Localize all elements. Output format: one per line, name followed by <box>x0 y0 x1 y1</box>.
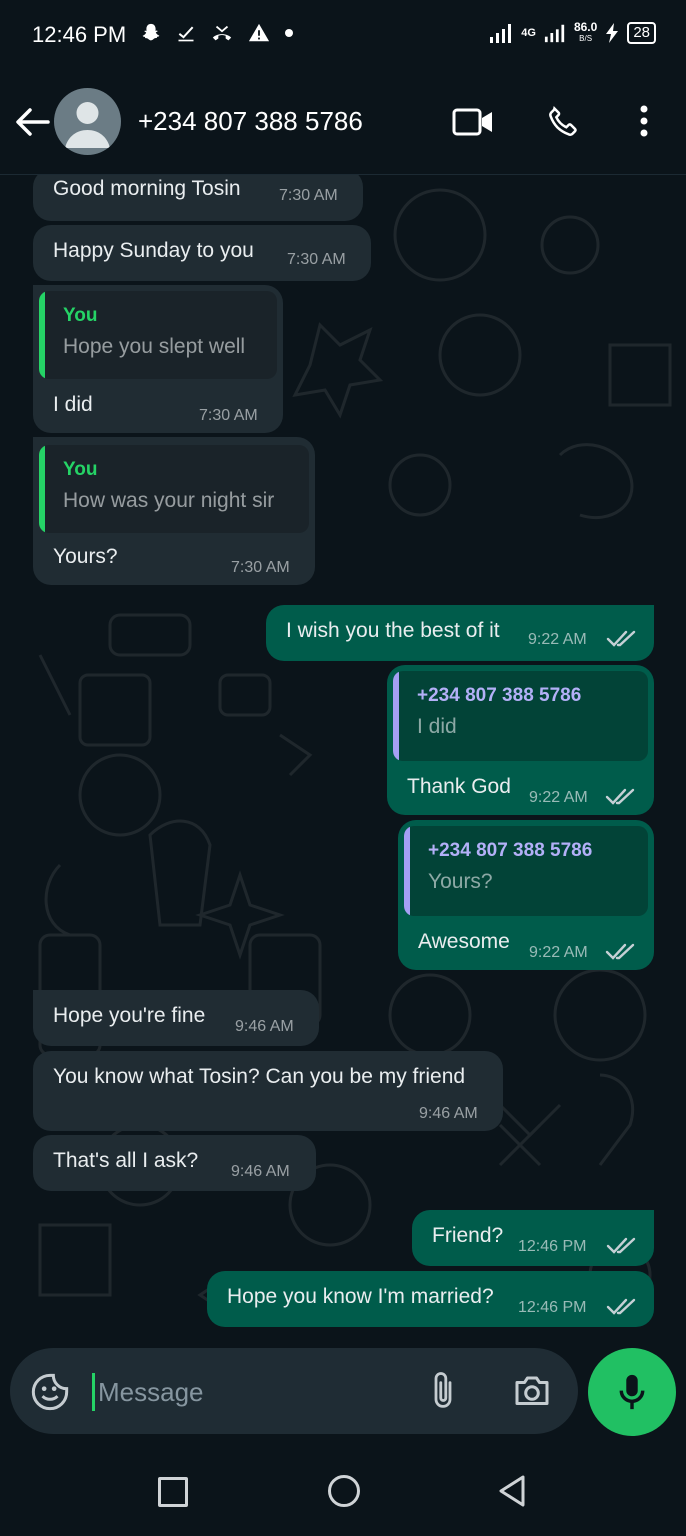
quoted-message[interactable]: +234 807 388 5786 I did <box>393 671 648 761</box>
phone-icon[interactable] <box>544 103 582 141</box>
message-time: 7:30 AM <box>287 251 346 268</box>
system-nav-bar <box>0 1446 686 1536</box>
mic-button[interactable] <box>588 1348 676 1436</box>
chat-area[interactable]: Good morning Tosin 7:30 AM Happy Sunday … <box>0 175 686 1445</box>
status-time: 12:46 PM <box>32 22 127 47</box>
mic-icon <box>619 1374 645 1410</box>
message-bubble-incoming[interactable]: That's all I ask? 9:46 AM <box>33 1135 316 1191</box>
message-bubble-outgoing[interactable]: +234 807 388 5786 I did Thank God 9:22 A… <box>387 665 654 815</box>
message-bubble-incoming[interactable]: Happy Sunday to you 7:30 AM <box>33 225 371 281</box>
message-bubble-outgoing[interactable]: Hope you know I'm married? 12:46 PM <box>207 1271 654 1327</box>
video-call-icon[interactable] <box>452 106 494 138</box>
home-icon[interactable] <box>328 1475 360 1507</box>
back-icon[interactable] <box>497 1474 527 1508</box>
chat-header: +234 807 388 5786 <box>0 70 686 175</box>
message-bubble-incoming[interactable]: You How was your night sir Yours? 7:30 A… <box>33 437 315 585</box>
quote-text: Yours? <box>428 870 493 893</box>
message-text: Thank God <box>407 775 511 798</box>
message-time: 7:30 AM <box>231 559 290 576</box>
message-input[interactable] <box>96 1368 400 1416</box>
message-text: That's all I ask? <box>53 1149 199 1172</box>
charging-icon <box>606 23 619 43</box>
message-time: 12:46 PM <box>518 1299 587 1316</box>
message-bubble-outgoing[interactable]: Friend? 12:46 PM <box>412 1210 654 1266</box>
message-bubble-incoming[interactable]: Hope you're fine 9:46 AM <box>33 990 319 1046</box>
message-time: 9:22 AM <box>529 944 588 961</box>
read-receipt-icon <box>606 630 636 647</box>
message-text: Friend? <box>432 1224 504 1247</box>
quoted-message[interactable]: +234 807 388 5786 Yours? <box>404 826 648 916</box>
read-receipt-icon <box>606 1237 636 1254</box>
quote-author: +234 807 388 5786 <box>428 840 593 861</box>
paperclip-icon[interactable] <box>428 1370 458 1412</box>
message-text: Yours? <box>53 545 118 568</box>
message-text: Good morning Tosin <box>53 177 241 200</box>
signal-4g-icon <box>544 24 565 43</box>
recent-apps-icon[interactable] <box>158 1477 188 1507</box>
status-bar: 12:46 PM 4G 86.0 B/S 28 <box>0 0 686 70</box>
warning-icon <box>248 23 270 42</box>
net-speed: 86.0 B/S <box>573 20 598 44</box>
quote-bar <box>39 291 45 379</box>
message-time: 7:30 AM <box>279 187 338 204</box>
read-receipt-icon <box>605 943 635 960</box>
message-bubble-incoming[interactable]: You know what Tosin? Can you be my frien… <box>33 1051 503 1131</box>
check-icon <box>178 26 194 42</box>
net-speed-value: 86.0 <box>573 20 598 34</box>
network-type: 4G <box>521 27 536 39</box>
read-receipt-icon <box>606 1298 636 1315</box>
message-bubble-incoming[interactable]: Good morning Tosin 7:30 AM <box>33 175 363 221</box>
dot-icon <box>285 29 293 37</box>
quote-text: I did <box>417 715 457 738</box>
message-text: Hope you're fine <box>53 1004 206 1027</box>
message-text: Happy Sunday to you <box>53 239 254 262</box>
message-time: 9:46 AM <box>231 1163 290 1180</box>
quote-author: You <box>63 459 98 480</box>
camera-icon[interactable] <box>512 1372 552 1408</box>
net-speed-unit: B/S <box>579 34 593 43</box>
avatar-icon <box>65 102 110 148</box>
quote-bar <box>39 445 45 533</box>
quote-author: You <box>63 305 98 326</box>
message-time: 9:46 AM <box>235 1018 294 1035</box>
quote-text: Hope you slept well <box>63 335 246 358</box>
message-bubble-incoming[interactable]: You Hope you slept well I did 7:30 AM <box>33 285 283 433</box>
message-text: Awesome <box>418 930 510 953</box>
message-bubble-outgoing[interactable]: I wish you the best of it 9:22 AM <box>266 605 654 661</box>
message-text: Hope you know I'm married? <box>227 1285 494 1308</box>
notification-icons <box>140 22 294 44</box>
quoted-message[interactable]: You How was your night sir <box>39 445 309 533</box>
avatar[interactable] <box>54 88 121 155</box>
contact-name[interactable]: +234 807 388 5786 <box>138 106 363 137</box>
message-time: 9:22 AM <box>528 631 587 648</box>
message-time: 7:30 AM <box>199 407 258 424</box>
snapchat-icon <box>142 23 160 41</box>
message-bubble-outgoing[interactable]: +234 807 388 5786 Yours? Awesome 9:22 AM <box>398 820 654 970</box>
quote-bar <box>404 826 410 916</box>
quote-bar <box>393 671 399 761</box>
more-vert-icon[interactable] <box>632 104 656 138</box>
quote-text: How was your night sir <box>63 489 275 512</box>
back-arrow-icon[interactable] <box>14 106 50 138</box>
read-receipt-icon <box>605 788 635 805</box>
message-composer <box>10 1348 578 1434</box>
message-time: 12:46 PM <box>518 1238 587 1255</box>
signal-icon <box>490 24 512 43</box>
quote-author: +234 807 388 5786 <box>417 685 582 706</box>
message-text: I wish you the best of it <box>286 619 500 642</box>
sticker-icon[interactable] <box>30 1372 70 1412</box>
quoted-message[interactable]: You Hope you slept well <box>39 291 277 379</box>
message-text: I did <box>53 393 93 416</box>
message-time: 9:46 AM <box>419 1105 478 1122</box>
battery-icon: 28 <box>627 22 656 44</box>
message-time: 9:22 AM <box>529 789 588 806</box>
text-cursor <box>92 1373 95 1411</box>
system-icons: 4G 86.0 B/S 28 <box>489 20 656 44</box>
missed-call-icon <box>212 25 232 41</box>
message-text: You know what Tosin? Can you be my frien… <box>53 1065 466 1088</box>
